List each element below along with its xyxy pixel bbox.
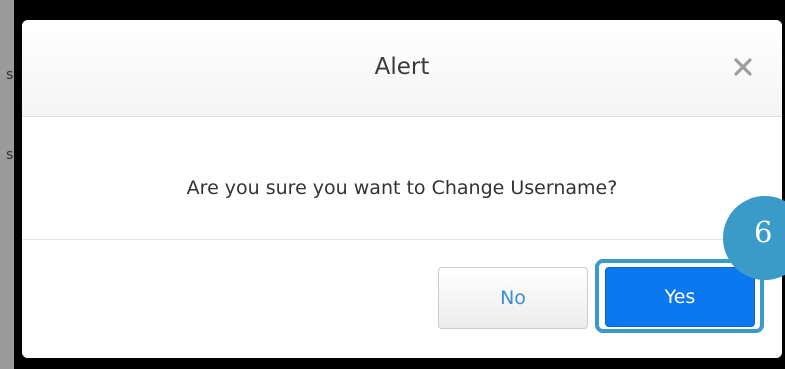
dialog-message: Are you sure you want to Change Username… (186, 177, 618, 199)
backdrop-text: s (6, 67, 14, 83)
dialog-body: Are you sure you want to Change Username… (22, 117, 782, 240)
yes-button[interactable]: Yes (605, 267, 755, 327)
no-button[interactable]: No (438, 267, 588, 329)
close-icon (734, 58, 752, 76)
page-backdrop: s s (0, 0, 14, 369)
dialog-title: Alert (374, 54, 430, 80)
alert-dialog: Alert Are you sure you want to Change Us… (22, 20, 782, 358)
step-number: 6 (754, 215, 773, 249)
dialog-footer: No Yes (22, 240, 782, 358)
dialog-header: Alert (22, 20, 782, 117)
close-button[interactable] (726, 50, 760, 84)
backdrop-text: s (6, 147, 14, 163)
